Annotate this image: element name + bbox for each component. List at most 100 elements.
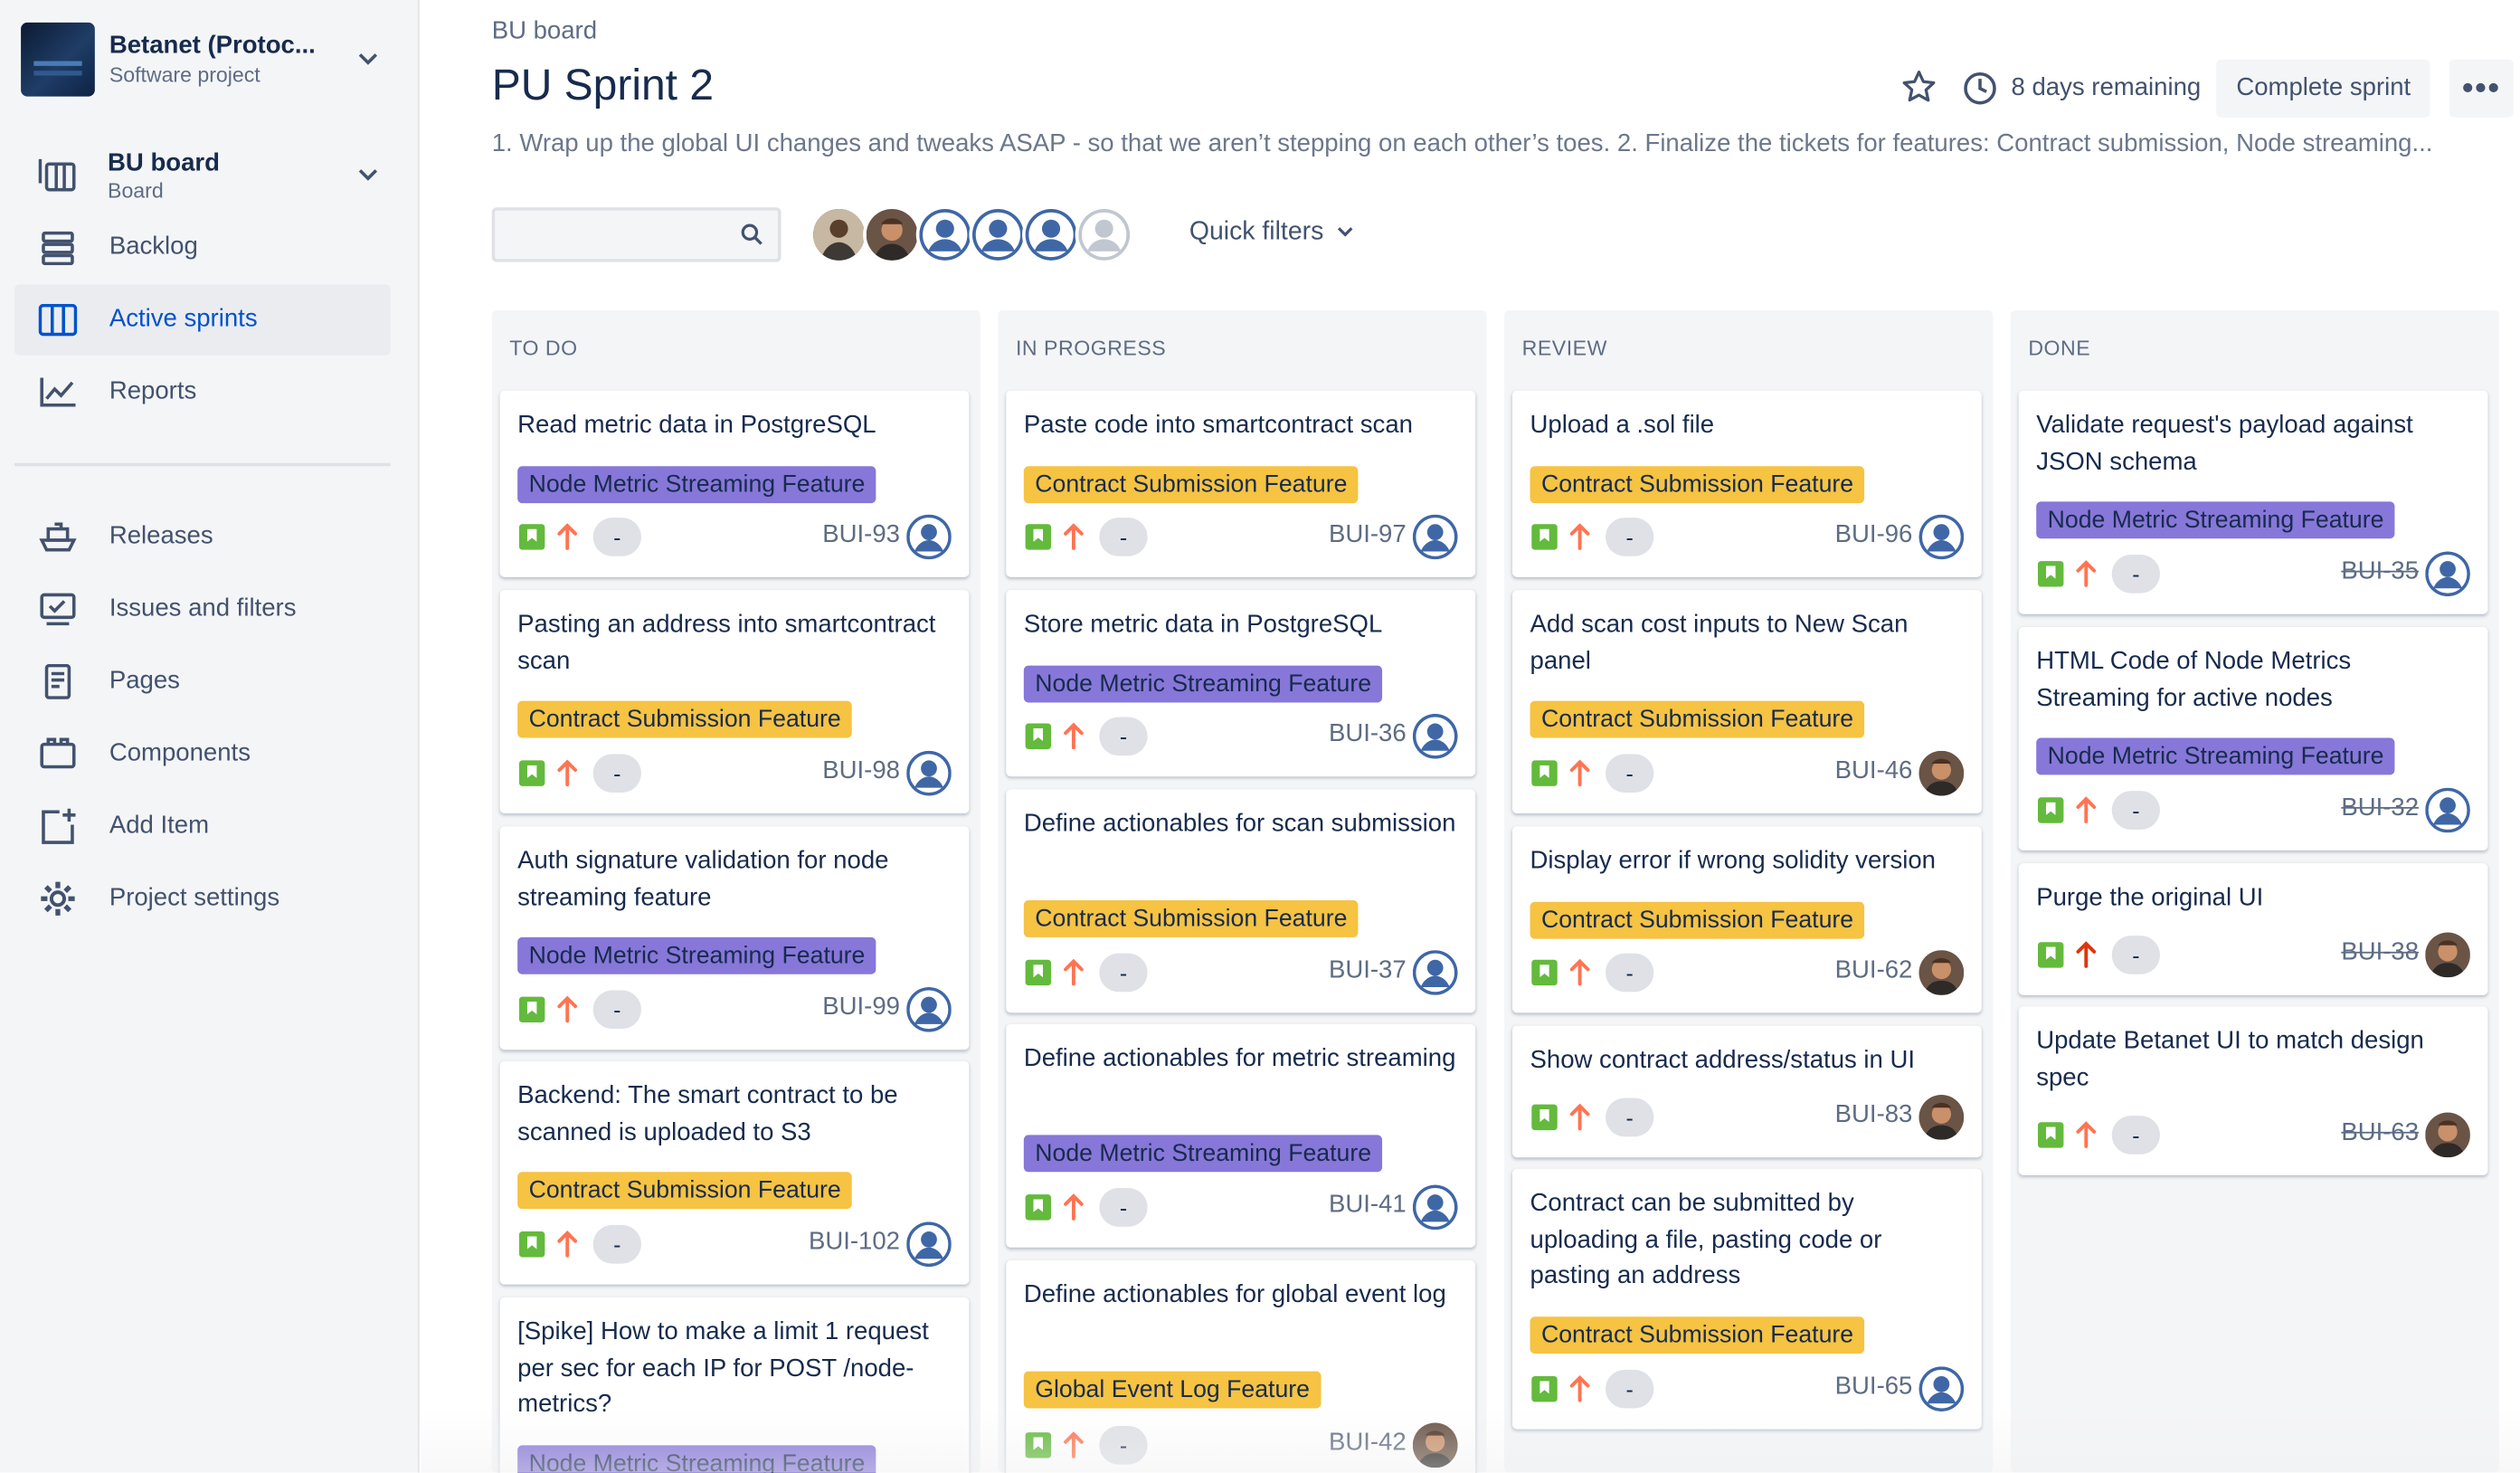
issue-key[interactable]: BUI-38 (2341, 939, 2419, 968)
issue-card[interactable]: Display error if wrong solidity version C… (1511, 826, 1982, 1013)
issue-key[interactable]: BUI-41 (1329, 1192, 1407, 1221)
chevron-down-icon (1337, 227, 1353, 238)
issue-card[interactable]: Purge the original UI - BUI-38 (2018, 863, 2488, 995)
assignee-avatar[interactable] (906, 986, 952, 1032)
issue-card[interactable]: Pasting an address into smartcontract sc… (499, 590, 970, 814)
breadcrumb[interactable]: BU board (492, 18, 597, 47)
issue-key[interactable]: BUI-93 (822, 521, 900, 550)
issue-key[interactable]: BUI-46 (1835, 757, 1913, 786)
sidebar-item-pages[interactable]: Pages (14, 646, 391, 717)
board-sublabel: Board (108, 177, 164, 202)
issue-card[interactable]: Read metric data in PostgreSQL Node Metri… (499, 390, 970, 577)
search-icon (741, 223, 763, 245)
estimate-badge: - (2111, 791, 2161, 830)
sidebar-item-label: Project settings (109, 884, 280, 912)
issue-key[interactable]: BUI-62 (1835, 956, 1913, 985)
avatar[interactable] (863, 205, 922, 264)
avatar-unassigned[interactable] (1075, 205, 1133, 264)
estimate-badge: - (2111, 936, 2161, 974)
sidebar-item-board[interactable]: BU board Board (14, 138, 391, 213)
assignee-avatar[interactable] (1412, 713, 1458, 759)
sidebar-item-backlog[interactable]: Backlog (14, 213, 391, 283)
card-title: Backend: The smart contract to be scanne… (517, 1081, 898, 1145)
star-icon[interactable] (1902, 69, 1941, 108)
page-icon (35, 659, 81, 704)
assignee-avatar[interactable] (1918, 750, 1965, 796)
card-footer: - BUI-98 (517, 750, 952, 796)
more-actions-button[interactable]: ••• (2449, 59, 2514, 118)
issue-card[interactable]: Define actionables for metric streaming N… (1006, 1023, 1476, 1248)
assignee-avatar[interactable] (1412, 950, 1458, 995)
assignee-avatar[interactable] (1918, 950, 1965, 995)
estimate-badge: - (592, 518, 641, 556)
avatar[interactable] (915, 205, 974, 264)
issue-key[interactable]: BUI-83 (1835, 1101, 1913, 1130)
issue-key[interactable]: BUI-32 (2341, 794, 2419, 823)
avatar[interactable] (810, 205, 868, 264)
issue-key[interactable]: BUI-98 (822, 757, 900, 786)
sidebar-item-project-settings[interactable]: Project settings (14, 863, 391, 934)
issue-card[interactable]: HTML Code of Node Metrics Streaming for … (2018, 626, 2488, 851)
sidebar-item-releases[interactable]: Releases (14, 501, 391, 572)
assignee-avatar[interactable] (2425, 787, 2470, 833)
complete-sprint-button[interactable]: Complete sprint (2217, 59, 2430, 118)
quick-filters-dropdown[interactable]: Quick filters (1189, 219, 1353, 248)
assignee-avatar[interactable] (1412, 1184, 1458, 1231)
issue-key[interactable]: BUI-65 (1835, 1373, 1913, 1402)
issue-card[interactable]: Validate request's payload against JSON … (2018, 390, 2488, 614)
sidebar-item-reports[interactable]: Reports (14, 356, 391, 427)
clock-icon (1963, 71, 1998, 106)
issue-card[interactable]: Backend: The smart contract to be scanne… (499, 1060, 970, 1285)
sidebar-item-issues-and-filters[interactable]: Issues and filters (14, 574, 391, 644)
board-column: TO DO Read metric data in PostgreSQL Node … (491, 309, 981, 1473)
story-icon (518, 1231, 545, 1258)
epic-label: Node Metric Streaming Feature (517, 465, 876, 503)
card-title: Define actionables for global event log (1023, 1281, 1446, 1309)
card-footer: - BUI-97 (1024, 514, 1458, 560)
issue-card[interactable]: Show contract address/status in UI - BUI-8… (1511, 1025, 1982, 1158)
assignee-avatar[interactable] (1918, 1366, 1965, 1412)
page-title: PU Sprint 2 (491, 61, 715, 109)
assignee-avatar[interactable] (1918, 1095, 1965, 1140)
assignee-avatar[interactable] (906, 514, 952, 560)
search-input[interactable] (491, 207, 782, 262)
avatar[interactable] (969, 205, 1028, 264)
issue-card[interactable]: Store metric data in PostgreSQL Node Metr… (1006, 590, 1476, 777)
assignee-avatar[interactable] (1412, 514, 1458, 560)
epic-label: Contract Submission Feature (1023, 900, 1359, 937)
issue-key[interactable]: BUI-35 (2341, 558, 2419, 587)
issue-key[interactable]: BUI-37 (1329, 956, 1407, 985)
priority-high-icon (1568, 1101, 1591, 1134)
issue-key[interactable]: BUI-99 (822, 993, 900, 1022)
issue-key[interactable]: BUI-36 (1329, 720, 1407, 749)
assignee-avatar[interactable] (906, 1221, 952, 1268)
sidebar-item-components[interactable]: Components (14, 718, 391, 789)
assignee-avatar[interactable] (906, 750, 952, 796)
issue-key[interactable]: BUI-97 (1329, 521, 1407, 550)
sidebar-item-add-item[interactable]: Add Item (14, 791, 391, 861)
issue-card[interactable]: Contract can be submitted by uploading a… (1511, 1168, 1982, 1430)
issue-key[interactable]: BUI-102 (809, 1228, 900, 1257)
assignee-avatar[interactable] (2425, 932, 2470, 978)
card-footer: - BUI-65 (1530, 1366, 1965, 1412)
project-switcher[interactable]: Betanet (Protoc... Software project (21, 22, 391, 97)
assignee-avatar[interactable] (2425, 551, 2470, 597)
issue-card[interactable]: Upload a .sol file Contract Submission Fe… (1511, 390, 1982, 577)
issue-key[interactable]: BUI-96 (1835, 521, 1913, 550)
assignee-avatar[interactable] (2425, 1112, 2470, 1158)
board-label: BU board (108, 148, 220, 176)
issue-card[interactable]: Update Betanet UI to match design spec - B… (2018, 1006, 2488, 1175)
issue-card[interactable]: Define actionables for scan submission Co… (1006, 789, 1476, 1013)
assignee-avatar[interactable] (1918, 514, 1965, 560)
issue-key[interactable]: BUI-63 (2341, 1119, 2419, 1148)
epic-label: Node Metric Streaming Feature (2036, 501, 2395, 539)
priority-high-icon (556, 757, 579, 790)
issue-card[interactable]: Add scan cost inputs to New Scan panel Co… (1511, 590, 1982, 814)
issue-card[interactable]: Auth signature validation for node strea… (499, 826, 970, 1050)
issue-card[interactable]: Paste code into smartcontract scan Contra… (1006, 390, 1476, 577)
avatar[interactable] (1022, 205, 1081, 264)
project-type: Software project (109, 62, 261, 87)
sidebar-item-active-sprints[interactable]: Active sprints (14, 284, 391, 356)
column-title: REVIEW (1521, 336, 1607, 361)
card-title: Purge the original UI (2036, 884, 2264, 912)
